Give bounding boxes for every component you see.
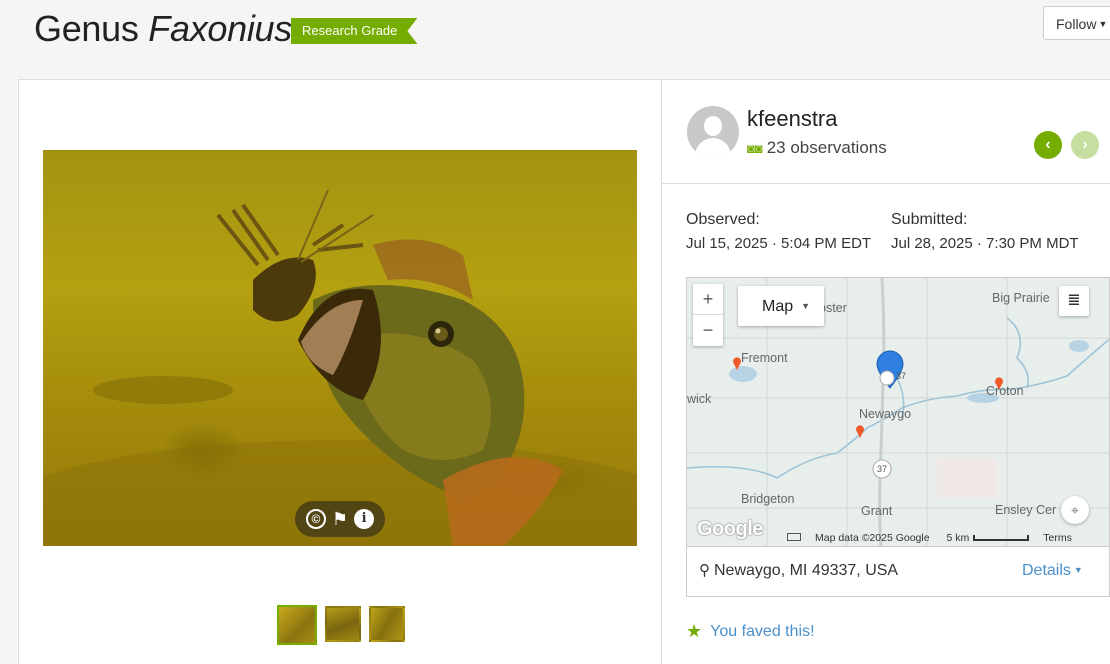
binoculars-icon: ◙◙ [747,141,763,156]
next-observation-button[interactable]: › [1071,131,1099,159]
map-label: Ensley Cer [995,503,1057,517]
observation-count-label: 23 observations [766,138,887,157]
crosshair-icon: ⌖ [1071,502,1079,518]
title-taxon-name[interactable]: Faxonius [148,8,292,49]
map-label: Grant [861,504,893,518]
photo-thumbnail[interactable] [325,606,361,642]
route-shield: 37 [896,371,907,381]
fave-label: You faved this! [710,623,815,640]
map-label: Croton [986,384,1024,398]
photo-thumbnail[interactable] [369,606,405,642]
observer-block: kfeenstra ◙◙ 23 observations ‹ › [662,80,1110,184]
map-type-label: Map [762,298,794,315]
observation-details-panel: kfeenstra ◙◙ 23 observations ‹ › Observed… [661,79,1110,664]
follow-label: Follow [1056,16,1097,32]
scale-bar [973,535,1030,541]
quality-grade-badge: Research Grade [291,18,417,44]
chevron-left-icon: ‹ [1045,136,1051,153]
keyboard-shortcuts-icon[interactable] [787,533,801,541]
details-label: Details [1022,562,1071,579]
star-icon: ★ [686,621,703,641]
map-label: Bridgeton [741,492,795,506]
map-data-text[interactable]: Map data ©2025 Google [815,532,930,544]
map-zoom-controls: + − [693,284,723,346]
place-name: Newaygo, MI 49337, USA [714,562,899,579]
observed-label: Observed: [686,211,760,228]
layers-button[interactable]: ≣ [1059,286,1089,316]
observation-count[interactable]: ◙◙ 23 observations [747,138,887,158]
terms-link[interactable]: Terms [1043,532,1072,544]
scale-label[interactable]: 5 km [947,532,970,544]
location-row: ⚲ Newaygo, MI 49337, USA Details ▼ [686,547,1110,597]
observed-date: Jul 15, 2025 · 5:04 PM EDT [686,235,872,252]
details-dropdown[interactable]: Details ▼ [1022,562,1083,580]
photo-illustration [43,189,637,546]
previous-observation-button[interactable]: ‹ [1034,131,1062,159]
photo-panel: © ⚑ i [18,79,662,664]
caret-down-icon: ▼ [1098,19,1108,29]
photo-thumbnails [277,605,405,645]
layers-icon: ≣ [1067,292,1081,309]
fave-link[interactable]: ★ You faved this! [686,621,815,642]
photo-controls: © ⚑ i [295,501,385,537]
map-attribution: Map data ©2025 Google 5 km Terms [787,532,1072,544]
observation-photo[interactable]: © ⚑ i [43,150,637,546]
caret-down-icon: ▼ [1073,565,1083,575]
chevron-right-icon: › [1082,136,1088,153]
map-type-select[interactable]: Map ▼ [738,286,824,326]
title-rank: Genus [34,8,139,49]
map-label: Newaygo [859,407,912,421]
zoom-in-button[interactable]: + [693,284,723,315]
location-map[interactable]: Big Prairie Fremont Newaygo Croton Bridg… [686,277,1110,547]
map-label: Fremont [741,351,788,365]
google-logo[interactable]: Google [697,518,763,541]
zoom-out-button[interactable]: − [693,315,723,346]
copyright-icon[interactable]: © [305,509,326,529]
map-pin-icon: ⚲ [699,562,710,579]
follow-button[interactable]: Follow ▼ [1043,6,1110,40]
map-label: wick [687,392,712,406]
map-label: Big Prairie [992,291,1050,305]
submitted-label: Submitted: [891,211,968,228]
flag-icon[interactable]: ⚑ [332,509,348,530]
avatar[interactable] [687,106,739,158]
locate-button[interactable]: ⌖ [1061,496,1089,524]
username[interactable]: kfeenstra [747,106,838,132]
observation-page: Genus Faxonius Research Grade Follow ▼ ©… [0,0,1110,664]
submitted-date: Jul 28, 2025 · 7:30 PM MDT [891,235,1079,252]
photo-thumbnail[interactable] [277,605,317,645]
info-icon[interactable]: i [354,509,375,529]
caret-down-icon: ▼ [801,301,811,311]
page-title: Genus Faxonius [34,8,292,50]
route-shield: 37 [877,464,888,474]
